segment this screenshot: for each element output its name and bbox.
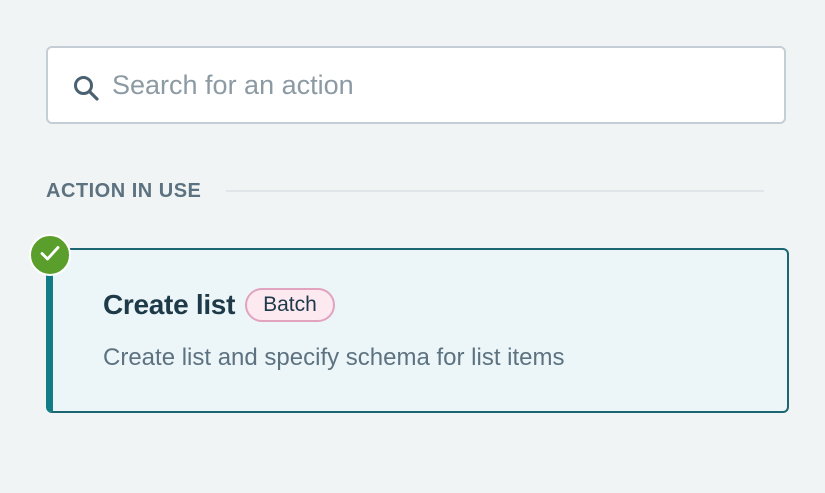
section-title: ACTION IN USE bbox=[46, 179, 202, 202]
action-card-create-list[interactable]: Create list Batch Create list and specif… bbox=[46, 248, 789, 413]
section-header: ACTION IN USE bbox=[46, 176, 766, 206]
section-divider bbox=[226, 190, 764, 192]
batch-badge: Batch bbox=[245, 288, 335, 322]
action-title: Create list bbox=[103, 289, 236, 320]
search-box[interactable] bbox=[46, 46, 786, 124]
selected-check-badge bbox=[29, 234, 71, 276]
search-input[interactable] bbox=[112, 48, 772, 122]
check-icon bbox=[38, 241, 62, 270]
action-description: Create list and specify schema for list … bbox=[103, 344, 565, 371]
card-title-row: Create list Batch bbox=[103, 288, 335, 322]
search-icon bbox=[72, 74, 100, 102]
